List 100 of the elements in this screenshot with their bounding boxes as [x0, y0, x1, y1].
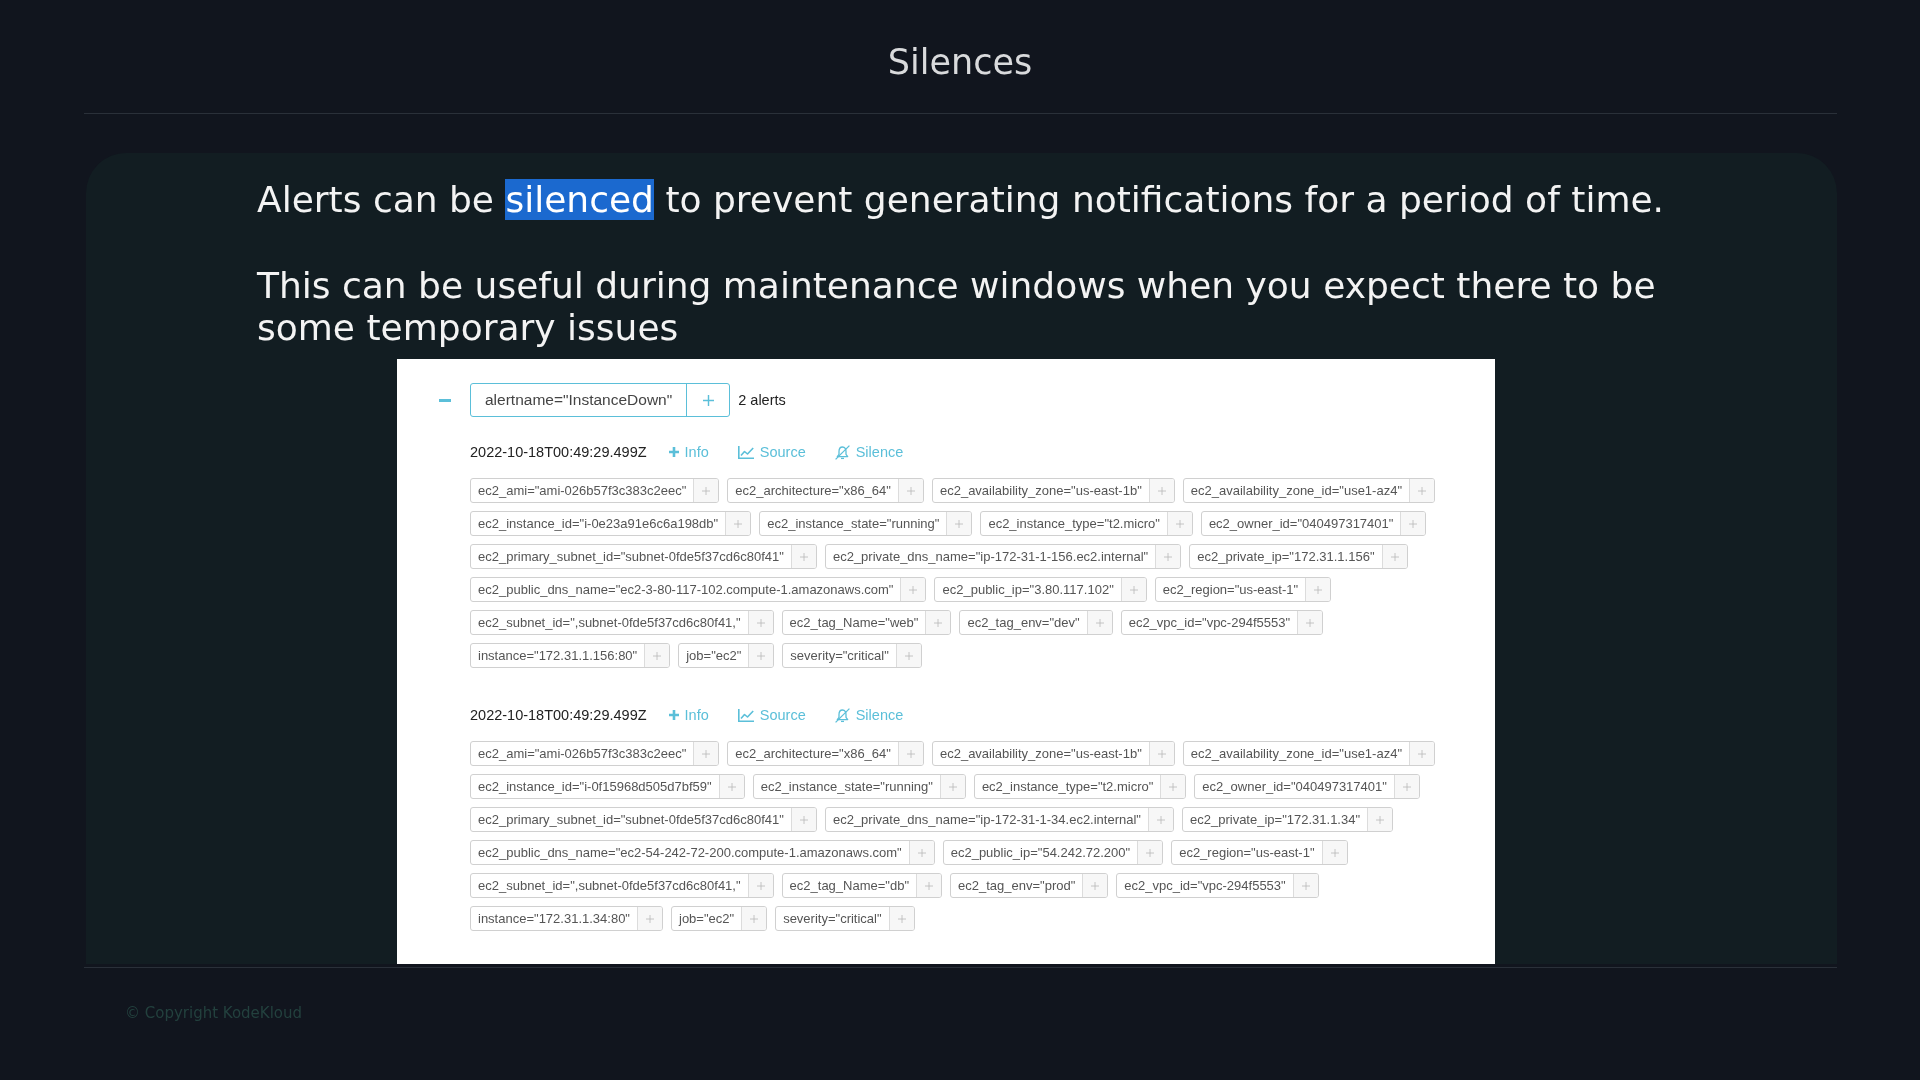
add-filter-button[interactable] [895, 644, 921, 667]
add-filter-button[interactable] [747, 611, 773, 634]
label-button[interactable]: ec2_architecture="x86_64" [728, 479, 898, 502]
add-filter-button[interactable] [1148, 808, 1173, 831]
label-button[interactable]: ec2_public_dns_name="ec2-54-242-72-200.compute-1.amazonaws.com" [471, 841, 909, 864]
label-button[interactable]: job="ec2" [679, 644, 749, 667]
label-button[interactable]: instance="172.31.1.34:80" [471, 907, 637, 930]
plus-icon [799, 815, 808, 824]
label-button[interactable]: severity="critical" [783, 644, 896, 667]
add-filter-button[interactable] [1292, 874, 1318, 897]
label-button[interactable]: ec2_public_ip="3.80.117.102" [935, 578, 1121, 601]
label-button[interactable]: ec2_owner_id="040497317401" [1201, 512, 1401, 535]
label-button[interactable]: ec2_private_ip="172.31.1.34" [1183, 808, 1368, 831]
add-filter-button[interactable] [637, 907, 662, 930]
label-button[interactable]: ec2_subnet_id=",subnet-0fde5f37cd6c80f41," [471, 611, 748, 634]
add-filter-button[interactable] [1305, 578, 1331, 601]
add-filter-button[interactable] [1297, 611, 1323, 634]
label-button[interactable]: instance="172.31.1.156:80" [471, 644, 645, 667]
plus-icon [756, 618, 765, 627]
label-button[interactable]: ec2_owner_id="040497317401" [1195, 775, 1394, 798]
label-button[interactable]: ec2_tag_env="prod" [951, 874, 1083, 897]
add-filter-button[interactable] [939, 775, 965, 798]
add-filter-button[interactable] [718, 775, 744, 798]
label-button[interactable]: ec2_ami="ami-026b57f3c383c2eec" [471, 742, 694, 765]
label-button[interactable]: ec2_private_dns_name="ip-172-31-1-34.ec2.internal" [825, 808, 1148, 831]
label-button[interactable]: ec2_instance_type="t2.micro" [981, 512, 1167, 535]
label-button[interactable]: ec2_private_ip="172.31.1.156" [1190, 545, 1382, 568]
add-filter-button[interactable] [1393, 775, 1419, 798]
add-filter-button[interactable] [897, 479, 923, 502]
add-filter-button[interactable] [946, 512, 972, 535]
label-button[interactable]: ec2_availability_zone="us-east-1b" [932, 742, 1149, 765]
label-button[interactable]: ec2_instance_state="running" [753, 775, 940, 798]
add-filter-button[interactable] [1400, 512, 1426, 535]
add-filter-button[interactable] [916, 874, 942, 897]
label-button[interactable]: ec2_architecture="x86_64" [728, 742, 898, 765]
label-button[interactable]: ec2_ami="ami-026b57f3c383c2eec" [471, 479, 694, 502]
add-filter-button[interactable] [1409, 742, 1434, 765]
label-button[interactable]: ec2_instance_id="i-0e23a91e6c6a198db" [471, 512, 726, 535]
label-button[interactable]: alertname="InstanceDown" [471, 384, 687, 416]
label-button[interactable]: severity="critical" [776, 907, 889, 930]
add-filter-button[interactable] [693, 479, 719, 502]
add-filter-button[interactable] [900, 578, 926, 601]
add-filter-button[interactable] [1381, 545, 1407, 568]
plus-icon [897, 914, 906, 923]
label-button[interactable]: ec2_instance_state="running" [760, 512, 947, 535]
label-button[interactable]: ec2_primary_subnet_id="subnet-0fde5f37cd6c80f41" [471, 808, 791, 831]
add-filter-button[interactable] [1120, 578, 1146, 601]
label-button[interactable]: ec2_tag_Name="web" [782, 611, 926, 634]
add-filter-button[interactable] [1409, 479, 1434, 502]
add-filter-button[interactable] [747, 874, 773, 897]
label-button[interactable]: ec2_region="us-east-1" [1172, 841, 1322, 864]
add-filter-button[interactable] [1082, 874, 1108, 897]
label-button[interactable]: ec2_public_ip="54.242.72.200" [943, 841, 1138, 864]
label-button[interactable]: ec2_private_dns_name="ip-172-31-1-156.ec2.internal" [825, 545, 1156, 568]
body-text: Alerts can be silenced to prevent generating notifications for a period of time. [257, 179, 1666, 221]
add-filter-button[interactable] [1160, 775, 1186, 798]
label-button[interactable]: ec2_vpc_id="vpc-294f5553" [1117, 874, 1293, 897]
label-button[interactable]: ec2_instance_id="i-0f15968d505d7bf59" [471, 775, 719, 798]
label-button[interactable]: ec2_primary_subnet_id="subnet-0fde5f37cd6c80f41" [471, 545, 791, 568]
add-filter-button[interactable] [897, 742, 923, 765]
add-filter-button[interactable] [1166, 512, 1192, 535]
add-filter-button[interactable] [1321, 841, 1347, 864]
slide-title: Silences [887, 41, 1033, 84]
add-filter-button[interactable] [908, 841, 934, 864]
minus-icon[interactable] [439, 398, 451, 402]
label-button[interactable]: ec2_subnet_id=",subnet-0fde5f37cd6c80f41," [471, 874, 748, 897]
plus-icon [1301, 881, 1310, 890]
plus-icon [734, 519, 743, 528]
add-filter-button[interactable] [1367, 808, 1393, 831]
add-filter-button[interactable] [1148, 742, 1174, 765]
label-button[interactable]: ec2_vpc_id="vpc-294f5553" [1121, 611, 1298, 634]
add-filter-button[interactable] [925, 611, 951, 634]
plus-icon [702, 486, 711, 495]
add-filter-button[interactable] [644, 644, 670, 667]
plus-icon [757, 651, 766, 660]
add-filter-button[interactable] [748, 644, 774, 667]
plus-icon [653, 651, 662, 660]
plus-icon [1314, 585, 1323, 594]
add-filter-button[interactable] [1148, 479, 1174, 502]
plus-icon [1175, 519, 1184, 528]
add-filter-button[interactable] [693, 742, 719, 765]
add-filter-button[interactable] [790, 808, 816, 831]
plus-icon [906, 486, 915, 495]
add-filter-button[interactable] [725, 512, 751, 535]
add-filter-button[interactable] [1086, 611, 1112, 634]
label-button[interactable]: ec2_instance_type="t2.micro" [974, 775, 1161, 798]
label-button[interactable]: ec2_availability_zone_id="use1-az4" [1183, 742, 1409, 765]
add-filter-button[interactable] [741, 907, 767, 930]
label-button[interactable]: ec2_region="us-east-1" [1155, 578, 1306, 601]
label-button[interactable]: ec2_tag_Name="db" [782, 874, 917, 897]
add-filter-button[interactable] [1155, 545, 1181, 568]
add-filter-button[interactable] [888, 907, 914, 930]
label-button[interactable]: ec2_public_dns_name="ec2-3-80-117-102.compute-1.amazonaws.com" [471, 578, 901, 601]
line-chart-icon [737, 445, 754, 459]
add-filter-button[interactable] [1137, 841, 1163, 864]
label-button[interactable]: ec2_availability_zone="us-east-1b" [932, 479, 1149, 502]
label-button[interactable]: job="ec2" [672, 907, 742, 930]
add-filter-button[interactable] [790, 545, 816, 568]
label-button[interactable]: ec2_availability_zone_id="use1-az4" [1183, 479, 1409, 502]
label-button[interactable]: ec2_tag_env="dev" [960, 611, 1087, 634]
